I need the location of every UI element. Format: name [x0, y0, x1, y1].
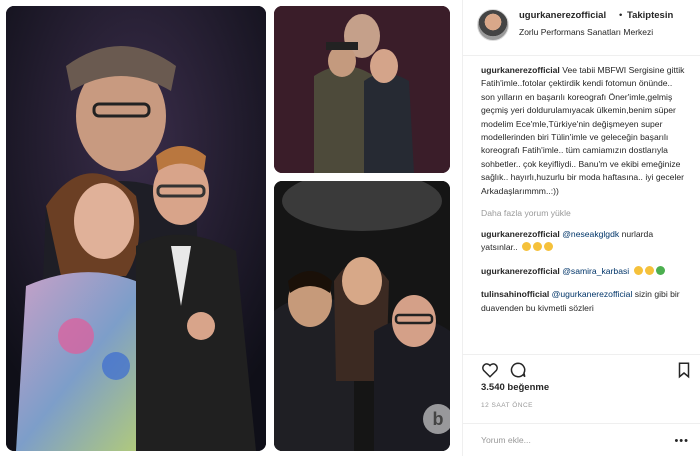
comment-mention[interactable]: @ugurkanerezofficial: [552, 289, 633, 299]
comment-username[interactable]: ugurkanerezofficial: [481, 229, 560, 239]
add-comment-bar: Yorum ekle... •••: [463, 423, 700, 456]
post-header: ugurkanerezofficial • Takiptesin Zorlu P…: [463, 0, 700, 56]
comment-username[interactable]: ugurkanerezofficial: [481, 266, 560, 276]
comment-item: ugurkanerezofficial @samira_karbasi: [481, 265, 687, 278]
comment-mention[interactable]: @samira_karbasi: [562, 266, 629, 276]
post-panel: ugurkanerezofficial • Takiptesin Zorlu P…: [462, 0, 700, 456]
avatar[interactable]: [477, 9, 509, 41]
emoji-icon: [533, 242, 543, 252]
comment-icon[interactable]: [509, 361, 527, 379]
photo-top-right[interactable]: [274, 6, 450, 173]
emoji-icon: [655, 265, 665, 275]
bookmark-icon[interactable]: [675, 361, 693, 379]
likes-count[interactable]: 3.540 beğenme: [481, 382, 549, 393]
watermark-logo: b: [423, 404, 453, 434]
emoji-icon: [633, 265, 643, 275]
comment-username[interactable]: tulinsahinofficial: [481, 289, 549, 299]
heart-icon[interactable]: [481, 361, 499, 379]
comment-mention[interactable]: @neseakglgdk: [562, 229, 619, 239]
photo-main[interactable]: [6, 6, 266, 451]
post-actions: [463, 354, 700, 380]
comment-item: ugurkanerezofficial @neseakglgdk nurlard…: [481, 228, 687, 255]
post-timestamp: 12 SAAT ÖNCE: [481, 402, 533, 409]
caption-text: Vee tabii MBFWI Sergisine gittik Fatih'i…: [481, 65, 685, 196]
load-more-comments-button[interactable]: Daha fazla yorum yükle: [481, 208, 687, 218]
photo-collage: b: [0, 0, 453, 456]
emoji-icon: [644, 265, 654, 275]
emoji-icon: [522, 242, 532, 252]
header-username[interactable]: ugurkanerezofficial: [519, 10, 606, 21]
comment-input[interactable]: Yorum ekle...: [481, 435, 531, 445]
photo-bottom-right[interactable]: [274, 181, 450, 451]
follow-status-button[interactable]: Takiptesin: [627, 10, 673, 21]
emoji-icon: [544, 242, 554, 252]
location-link[interactable]: Zorlu Performans Sanatları Merkezi: [519, 27, 653, 37]
separator-dot: •: [619, 10, 623, 21]
comment-item: tulinsahinofficial @ugurkanerezofficial …: [481, 288, 687, 315]
more-options-icon[interactable]: •••: [674, 435, 689, 447]
comments-list[interactable]: ugurkanerezofficial Vee tabii MBFWI Serg…: [463, 64, 700, 354]
post-caption: ugurkanerezofficial Vee tabii MBFWI Serg…: [481, 64, 687, 198]
caption-username[interactable]: ugurkanerezofficial: [481, 65, 560, 75]
